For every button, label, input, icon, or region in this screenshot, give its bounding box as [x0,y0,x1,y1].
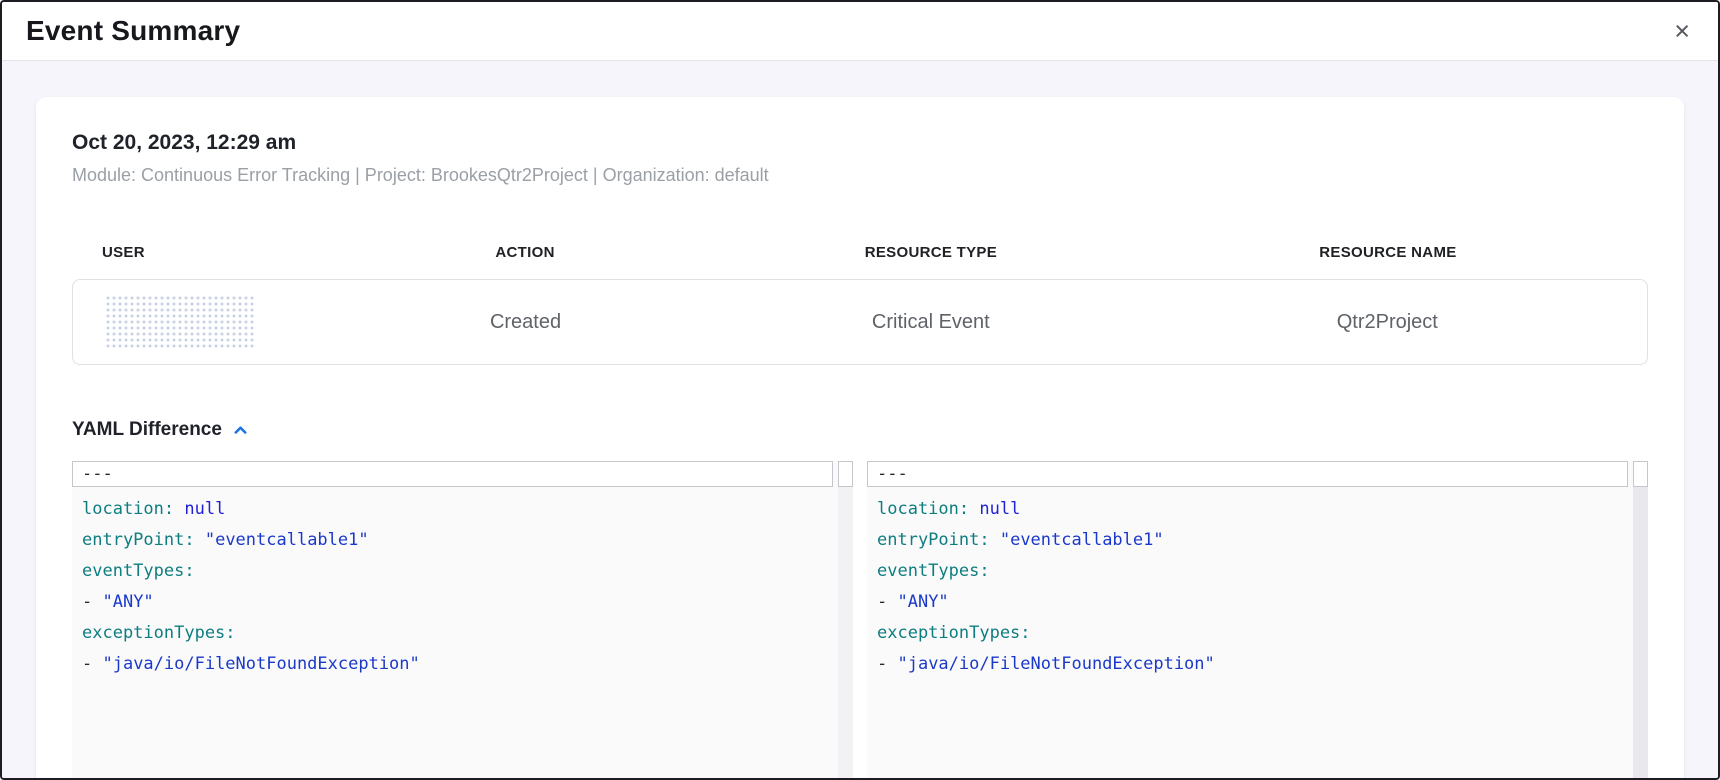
column-header-resource-name: RESOURCE NAME [1128,244,1648,261]
yaml-diff-container: --- location: nullentryPoint: "eventcall… [72,461,1648,778]
code-line: - "ANY" [82,587,833,618]
code-line: - "java/io/FileNotFoundException" [82,649,833,680]
modal-body: Oct 20, 2023, 12:29 am Module: Continuou… [2,61,1718,778]
user-redacted-avatar [105,295,255,349]
cell-resource-type: Critical Event [734,311,1128,334]
modal-title: Event Summary [26,15,240,47]
column-header-resource-type: RESOURCE TYPE [734,244,1128,261]
event-meta: Module: Continuous Error Tracking | Proj… [72,165,1648,186]
yaml-difference-label: YAML Difference [72,419,222,441]
code-line: - "ANY" [877,587,1628,618]
event-timestamp: Oct 20, 2023, 12:29 am [72,131,1648,155]
event-card: Oct 20, 2023, 12:29 am Module: Continuou… [36,97,1684,778]
table-header-row: USER ACTION RESOURCE TYPE RESOURCE NAME [72,244,1648,261]
modal-header: Event Summary × [2,2,1718,61]
yaml-panel: --- location: nullentryPoint: "eventcall… [72,461,853,778]
event-summary-modal: Event Summary × Oct 20, 2023, 12:29 am M… [0,0,1720,780]
panel-main: location: nullentryPoint: "eventcallable… [867,487,1648,778]
column-header-user: USER [72,244,316,261]
yaml-doc-separator: --- [867,461,1628,487]
panel-top-bar: --- [72,461,853,487]
vertical-scrollbar[interactable] [1633,487,1648,778]
cell-action: Created [317,311,734,334]
panel-top-bar: --- [867,461,1648,487]
code-line: eventTypes: [82,556,833,587]
yaml-difference-toggle[interactable]: YAML Difference [72,419,1648,441]
yaml-panel: --- location: nullentryPoint: "eventcall… [867,461,1648,778]
code-line: exceptionTypes: [82,618,833,649]
cell-resource-name: Qtr2Project [1128,311,1647,334]
code-line: location: null [82,494,833,525]
code-line: location: null [877,494,1628,525]
cell-user [73,295,317,349]
column-header-action: ACTION [316,244,734,261]
code-line: eventTypes: [877,556,1628,587]
yaml-code[interactable]: location: nullentryPoint: "eventcallable… [72,487,833,778]
yaml-doc-separator: --- [72,461,833,487]
table-row: Created Critical Event Qtr2Project [72,279,1648,365]
scrollbar-corner [1633,461,1648,487]
code-line: entryPoint: "eventcallable1" [877,525,1628,556]
panel-main: location: nullentryPoint: "eventcallable… [72,487,853,778]
code-line: entryPoint: "eventcallable1" [82,525,833,556]
vertical-scrollbar[interactable] [838,487,853,778]
code-line: exceptionTypes: [877,618,1628,649]
scrollbar-corner [838,461,853,487]
yaml-code[interactable]: location: nullentryPoint: "eventcallable… [867,487,1628,778]
code-line: - "java/io/FileNotFoundException" [877,649,1628,680]
chevron-up-icon[interactable] [231,421,250,440]
close-icon[interactable]: × [1672,18,1692,45]
